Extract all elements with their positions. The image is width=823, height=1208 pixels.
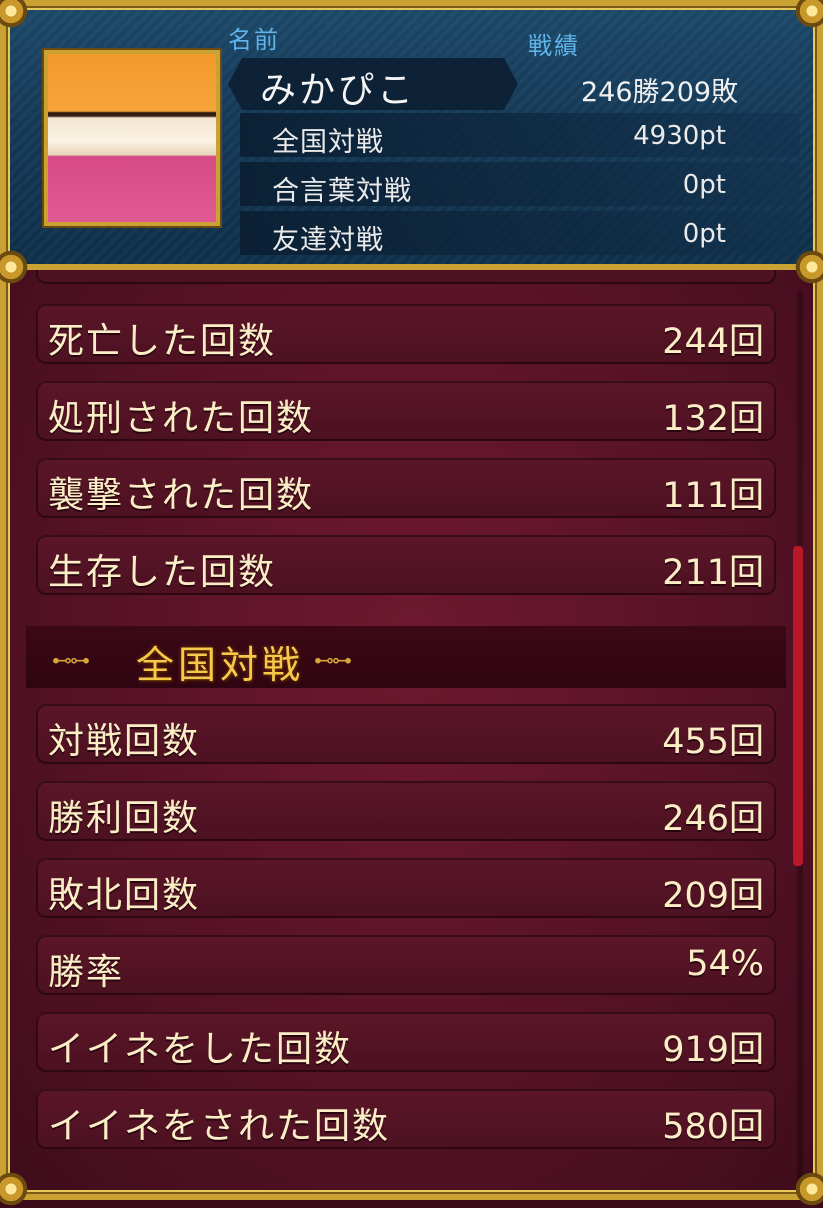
stat-row-battles: 対戦回数 455回 xyxy=(36,704,776,764)
stat-row-attacked: 襲撃された回数 111回 xyxy=(36,458,776,518)
stat-value: 54% xyxy=(686,944,764,984)
points-row-password: 合言葉対戦 0pt xyxy=(240,162,800,207)
stat-value: 211回 xyxy=(662,553,764,593)
stat-row-survived: 生存した回数 211回 xyxy=(36,535,776,595)
stats-panel[interactable]: 死亡した回数 244回 処刑された回数 132回 襲撃された回数 111回 生存… xyxy=(6,270,817,1194)
stat-label: 対戦回数 xyxy=(48,721,201,762)
stat-row-wins: 勝利回数 246回 xyxy=(36,781,776,841)
scrollbar-thumb[interactable] xyxy=(793,546,803,866)
record-label: 戦績 xyxy=(528,32,580,60)
stat-row-likes-given: イイネをした回数 919回 xyxy=(36,1012,776,1072)
stat-value: 132回 xyxy=(662,399,764,439)
stat-value: 111回 xyxy=(662,476,764,516)
stat-label: 襲撃された回数 xyxy=(48,475,315,516)
stat-row-deaths: 死亡した回数 244回 xyxy=(36,304,776,364)
stat-value: 209回 xyxy=(662,876,764,916)
stat-label: 勝率 xyxy=(48,952,125,993)
stat-row-likes-received: イイネをされた回数 580回 xyxy=(36,1089,776,1149)
ornament-left-icon: ⊷⊶ xyxy=(52,648,90,672)
corner-ornament-icon xyxy=(0,1170,30,1208)
stat-value: 246回 xyxy=(662,799,764,839)
corner-ornament-icon xyxy=(0,248,30,286)
profile-header: 名前 戦績 みかぴこ 246勝209敗 全国対戦 4930pt 合言葉対戦 0p… xyxy=(6,6,817,270)
stat-label: イイネをされた回数 xyxy=(48,1106,391,1147)
stat-label: 死亡した回数 xyxy=(48,321,277,362)
stat-value: 455回 xyxy=(662,722,764,762)
points-row-friend: 友達対戦 0pt xyxy=(240,211,800,256)
stat-value: 244回 xyxy=(662,322,764,362)
points-value: 0pt xyxy=(682,219,726,249)
stat-row-win-rate: 勝率 54% xyxy=(36,935,776,995)
name-label: 名前 xyxy=(228,26,280,54)
stat-value: 919回 xyxy=(662,1030,764,1070)
section-header-national: ⊷⊶ 全国対戦 ⊷⊶ xyxy=(26,626,786,688)
points-value: 0pt xyxy=(682,170,726,200)
section-title: 全国対戦 xyxy=(136,643,305,687)
corner-ornament-icon xyxy=(793,248,823,286)
corner-ornament-icon xyxy=(0,0,30,30)
stat-row-executed: 処刑された回数 132回 xyxy=(36,381,776,441)
win-loss-record: 246勝209敗 xyxy=(581,77,739,108)
list-item-partial xyxy=(36,270,776,284)
points-label: 合言葉対戦 xyxy=(272,176,412,207)
points-row-national: 全国対戦 4930pt xyxy=(240,113,800,158)
points-label: 友達対戦 xyxy=(272,225,384,256)
stat-label: 敗北回数 xyxy=(48,875,201,916)
stat-label: 勝利回数 xyxy=(48,798,201,839)
ornament-right-icon: ⊷⊶ xyxy=(314,648,352,672)
stat-label: イイネをした回数 xyxy=(48,1029,353,1070)
player-name: みかぴこ xyxy=(260,70,417,111)
stat-label: 処刑された回数 xyxy=(48,398,315,439)
avatar[interactable] xyxy=(44,50,220,226)
stat-value: 580回 xyxy=(662,1107,764,1147)
corner-ornament-icon xyxy=(793,1170,823,1208)
stat-row-losses: 敗北回数 209回 xyxy=(36,858,776,918)
corner-ornament-icon xyxy=(793,0,823,30)
stat-label: 生存した回数 xyxy=(48,552,277,593)
points-label: 全国対戦 xyxy=(272,127,384,158)
points-value: 4930pt xyxy=(633,121,726,151)
